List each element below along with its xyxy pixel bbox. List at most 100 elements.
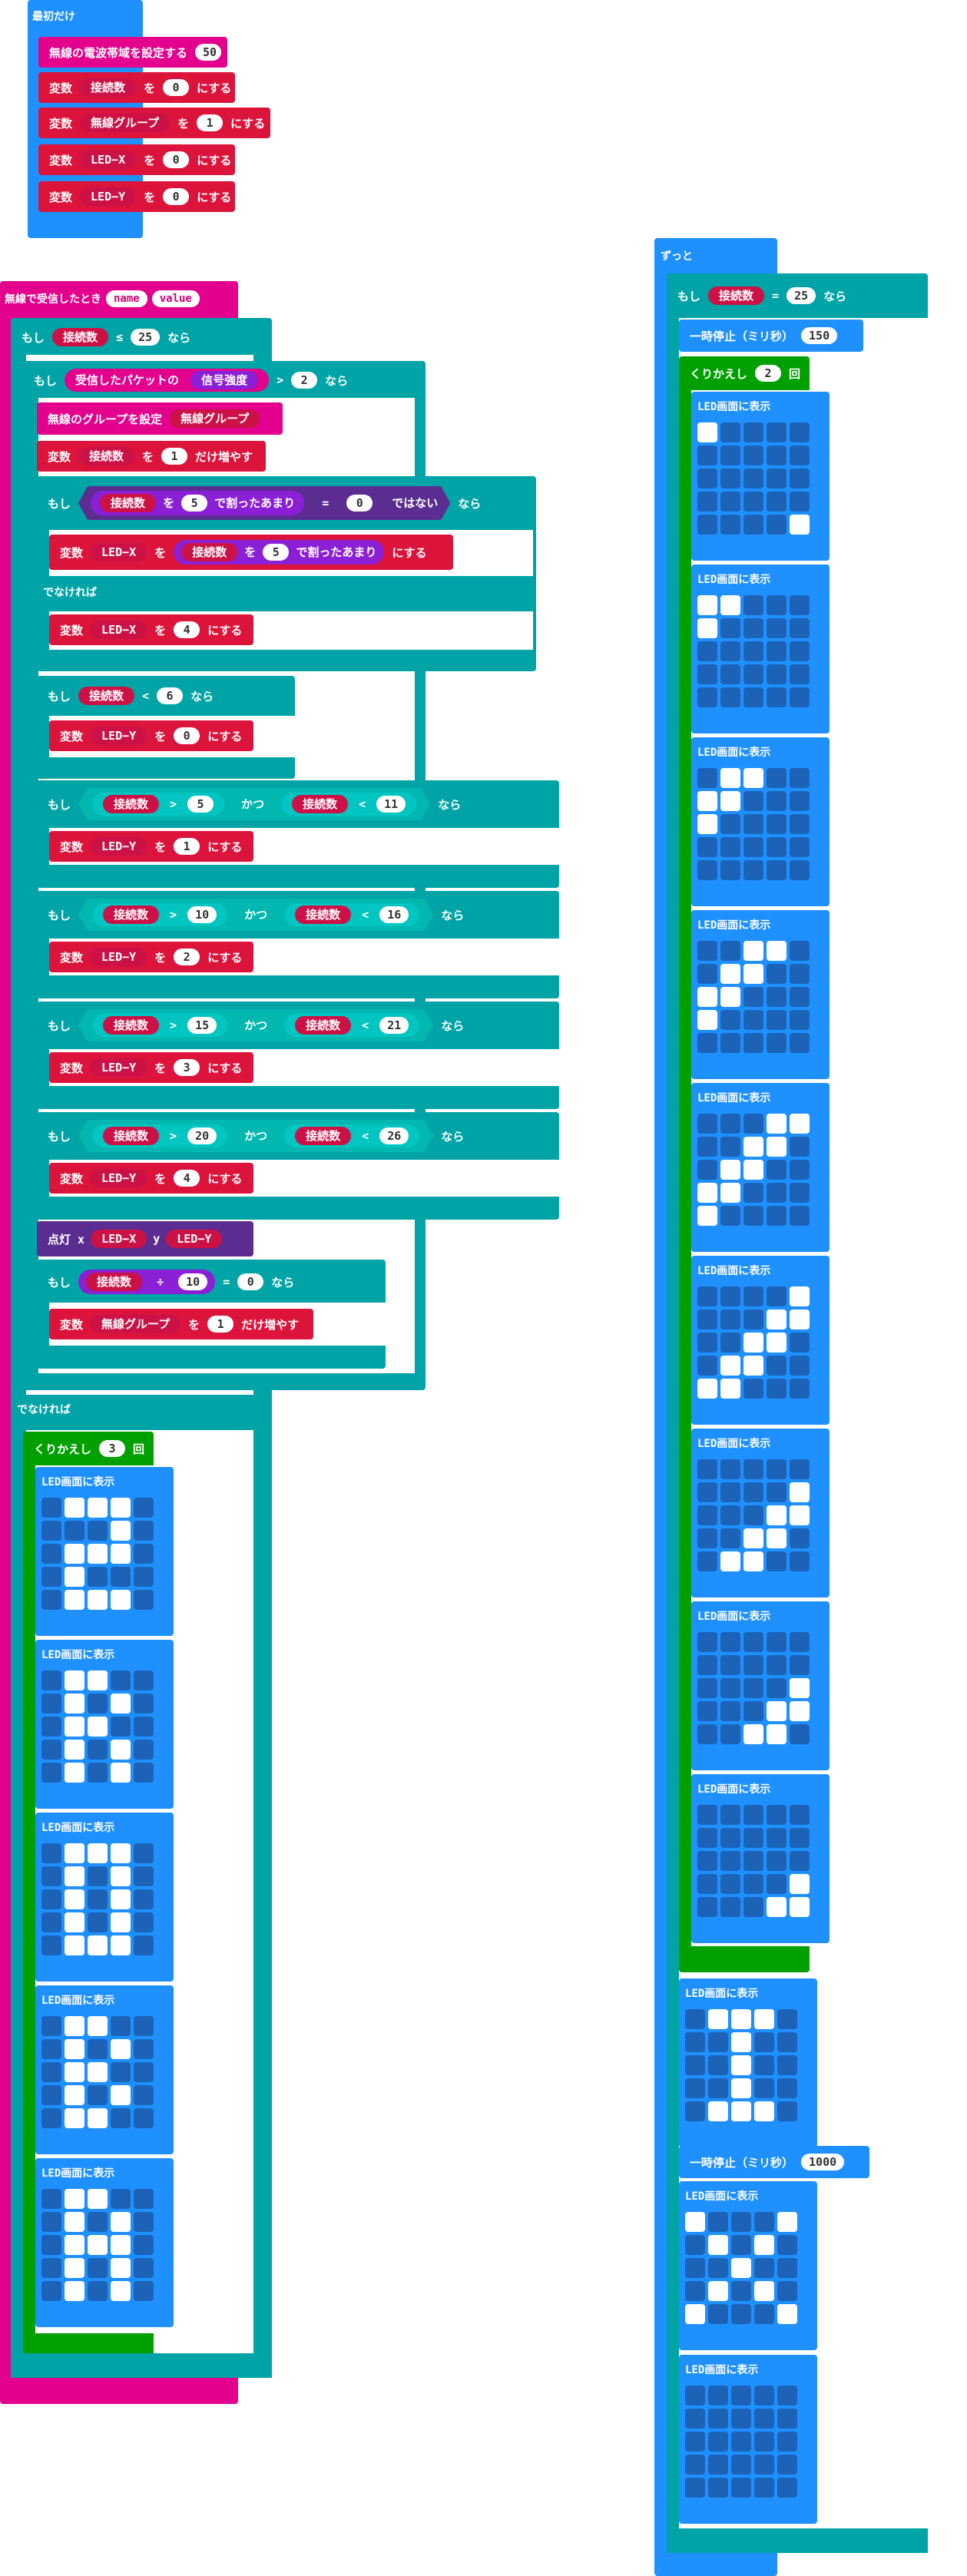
led-cell[interactable] [743, 1206, 763, 1226]
led-cell[interactable] [134, 1670, 154, 1690]
led-cell[interactable] [111, 2108, 131, 2128]
led-cell[interactable] [767, 1632, 787, 1652]
led-cell[interactable] [767, 860, 787, 880]
led-grid[interactable] [685, 2009, 797, 2121]
led-cell[interactable] [134, 2281, 154, 2301]
led-cell[interactable] [790, 814, 810, 834]
led-cell[interactable] [767, 1551, 787, 1571]
set-ledy-block[interactable]: 変数 LED−Y を 4 にする [49, 1163, 253, 1194]
led-cell[interactable] [88, 2039, 108, 2059]
led-cell[interactable] [685, 2258, 705, 2278]
led-cell[interactable] [65, 2085, 84, 2105]
set-y-block[interactable]: 変数 LED−Y を 0 にする [38, 181, 235, 212]
led-cell[interactable] [754, 2386, 774, 2405]
radio-band-value[interactable]: 50 [195, 44, 222, 61]
conn-variable[interactable]: 接続数 [103, 795, 159, 813]
led-cell[interactable] [720, 641, 740, 661]
led-cell[interactable] [731, 2032, 751, 2052]
group-init-value[interactable]: 1 [197, 114, 224, 131]
range-high[interactable]: 11 [376, 796, 406, 813]
led-cell[interactable] [685, 2055, 705, 2075]
led-grid[interactable] [697, 1114, 810, 1226]
led-cell[interactable] [767, 1805, 787, 1825]
led-cell[interactable] [65, 2016, 84, 2036]
change-conn-value[interactable]: 1 [161, 448, 188, 465]
led-cell[interactable] [65, 1763, 84, 1783]
range-low[interactable]: 20 [187, 1127, 217, 1144]
led-cell[interactable] [790, 515, 810, 535]
led-cell[interactable] [743, 814, 763, 834]
led-cell[interactable] [720, 791, 740, 811]
led-cell[interactable] [65, 1567, 84, 1587]
pause-150-block[interactable]: 一時停止（ミリ秒） 150 [679, 320, 863, 352]
led-cell[interactable] [731, 2478, 751, 2498]
led-cell[interactable] [697, 1183, 717, 1203]
group-variable[interactable]: 無線グループ [170, 409, 260, 428]
led-cell[interactable] [41, 2212, 61, 2232]
led-cell[interactable] [743, 1678, 763, 1698]
led-cell[interactable] [767, 837, 787, 857]
led-cell[interactable] [697, 1206, 717, 1226]
repeat-count[interactable]: 3 [99, 1440, 126, 1457]
led-cell[interactable] [777, 2009, 797, 2029]
ledy-value[interactable]: 1 [174, 838, 200, 855]
led-cell[interactable] [65, 1912, 84, 1932]
ledy-value[interactable]: 3 [174, 1059, 200, 1076]
led-cell[interactable] [697, 515, 717, 535]
divisor-value[interactable]: 10 [178, 1273, 208, 1290]
led-cell[interactable] [720, 664, 740, 684]
led-cell[interactable] [767, 664, 787, 684]
show-leds-block[interactable]: LED画面に表示 [679, 2181, 817, 2350]
led-cell[interactable] [720, 1874, 740, 1894]
led-cell[interactable] [697, 1851, 717, 1871]
show-leds-block[interactable]: LED画面に表示 [35, 2158, 174, 2327]
led-cell[interactable] [743, 1183, 763, 1203]
led-cell[interactable] [134, 2108, 154, 2128]
led-cell[interactable] [743, 1897, 763, 1917]
led-cell[interactable] [111, 1912, 131, 1932]
led-cell[interactable] [134, 1544, 154, 1564]
led-cell[interactable] [111, 1935, 131, 1955]
led-cell[interactable] [41, 2085, 61, 2105]
led-cell[interactable] [790, 1678, 810, 1698]
forever-if-value[interactable]: 25 [787, 287, 816, 304]
led-cell[interactable] [720, 1310, 740, 1329]
led-cell[interactable] [754, 2078, 774, 2098]
led-cell[interactable] [111, 2062, 131, 2082]
led-grid[interactable] [697, 941, 810, 1053]
led-cell[interactable] [754, 2055, 774, 2075]
led-cell[interactable] [697, 1551, 717, 1571]
led-cell[interactable] [88, 2258, 108, 2278]
led-cell[interactable] [767, 1528, 787, 1548]
led-cell[interactable] [777, 2032, 797, 2052]
led-cell[interactable] [777, 2101, 797, 2121]
and-block[interactable]: 接続数 >15 かつ 接続数 <21 [78, 1009, 433, 1041]
led-cell[interactable] [754, 2281, 774, 2301]
conn-variable[interactable]: 接続数 [78, 687, 135, 705]
led-cell[interactable] [743, 964, 763, 984]
led-cell[interactable] [134, 2039, 154, 2059]
ledy-variable[interactable]: LED−Y [91, 1058, 147, 1077]
op-lt[interactable]: < [359, 797, 366, 811]
led-cell[interactable] [754, 2009, 774, 2029]
led-cell[interactable] [767, 1286, 787, 1306]
led-cell[interactable] [685, 2281, 705, 2301]
divide-expr[interactable]: 接続数 ÷ 10 [78, 1270, 216, 1294]
led-cell[interactable] [754, 2455, 774, 2475]
led-cell[interactable] [720, 1137, 740, 1157]
led-grid[interactable] [697, 768, 810, 880]
led-cell[interactable] [697, 1828, 717, 1848]
led-cell[interactable] [743, 641, 763, 661]
led-cell[interactable] [41, 2235, 61, 2255]
compare-left[interactable]: 接続数 >20 [92, 1124, 227, 1147]
led-cell[interactable] [134, 2212, 154, 2232]
show-leds-block[interactable]: LED画面に表示 [691, 1083, 830, 1252]
led-grid[interactable] [685, 2212, 797, 2324]
show-leds-block[interactable]: LED画面に表示 [35, 1985, 174, 2154]
led-cell[interactable] [790, 791, 810, 811]
conn-variable[interactable]: 接続数 [295, 1127, 351, 1145]
led-cell[interactable] [720, 1206, 740, 1226]
led-cell[interactable] [720, 1482, 740, 1502]
led-cell[interactable] [111, 2189, 131, 2209]
led-cell[interactable] [65, 1694, 84, 1713]
